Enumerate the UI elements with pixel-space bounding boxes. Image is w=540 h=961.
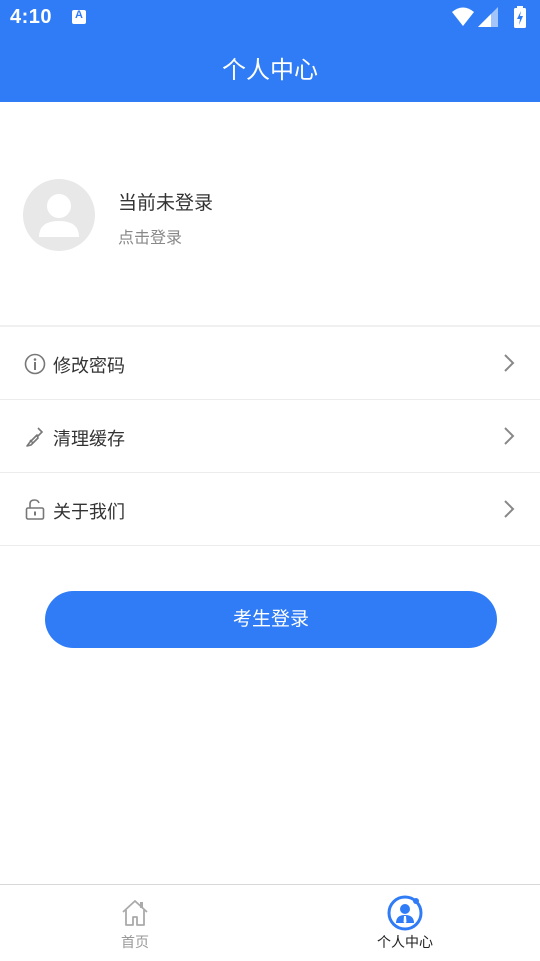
student-login-button[interactable]: 考生登录 [45,591,497,648]
home-icon [122,900,148,926]
tap-to-login-link[interactable]: 点击登录 [118,224,182,248]
status-bar: 4:10 A [0,0,540,36]
wifi-icon [452,7,474,26]
tab-label: 首页 [121,935,149,951]
tab-user-center[interactable]: 个人中心 [270,885,540,961]
user-center-icon [387,895,423,931]
info-icon [24,353,46,375]
status-time: 4:10 [10,6,53,28]
user-placeholder-icon [39,194,79,237]
chevron-right-icon [504,427,515,445]
status-icons [452,6,532,28]
bottom-tab-bar: 首页 个人中心 [0,884,540,960]
avatar[interactable] [23,179,95,251]
battery-charging-icon [514,6,526,28]
profile-card[interactable]: 当前未登录 点击登录 [0,102,540,326]
tab-label: 个人中心 [377,935,433,951]
page-title: 个人中心 [222,56,318,84]
broom-icon [26,427,44,447]
unlock-icon [25,499,45,520]
tab-home[interactable]: 首页 [0,885,270,961]
menu-item-clear-cache[interactable]: 清理缓存 [0,400,540,473]
chevron-right-icon [504,354,515,372]
login-status-text: 当前未登录 [118,192,214,214]
signal-icon [478,7,498,27]
app-header: 4:10 A 个人中心 [0,0,540,102]
menu-item-change-password[interactable]: 修改密码 [0,327,540,400]
notification-a-icon: A [72,9,86,24]
menu-item-label: 关于我们 [53,502,125,523]
menu-item-label: 修改密码 [53,356,125,377]
menu-item-about-us[interactable]: 关于我们 [0,473,540,546]
chevron-right-icon [504,500,515,518]
menu-item-label: 清理缓存 [53,429,125,450]
